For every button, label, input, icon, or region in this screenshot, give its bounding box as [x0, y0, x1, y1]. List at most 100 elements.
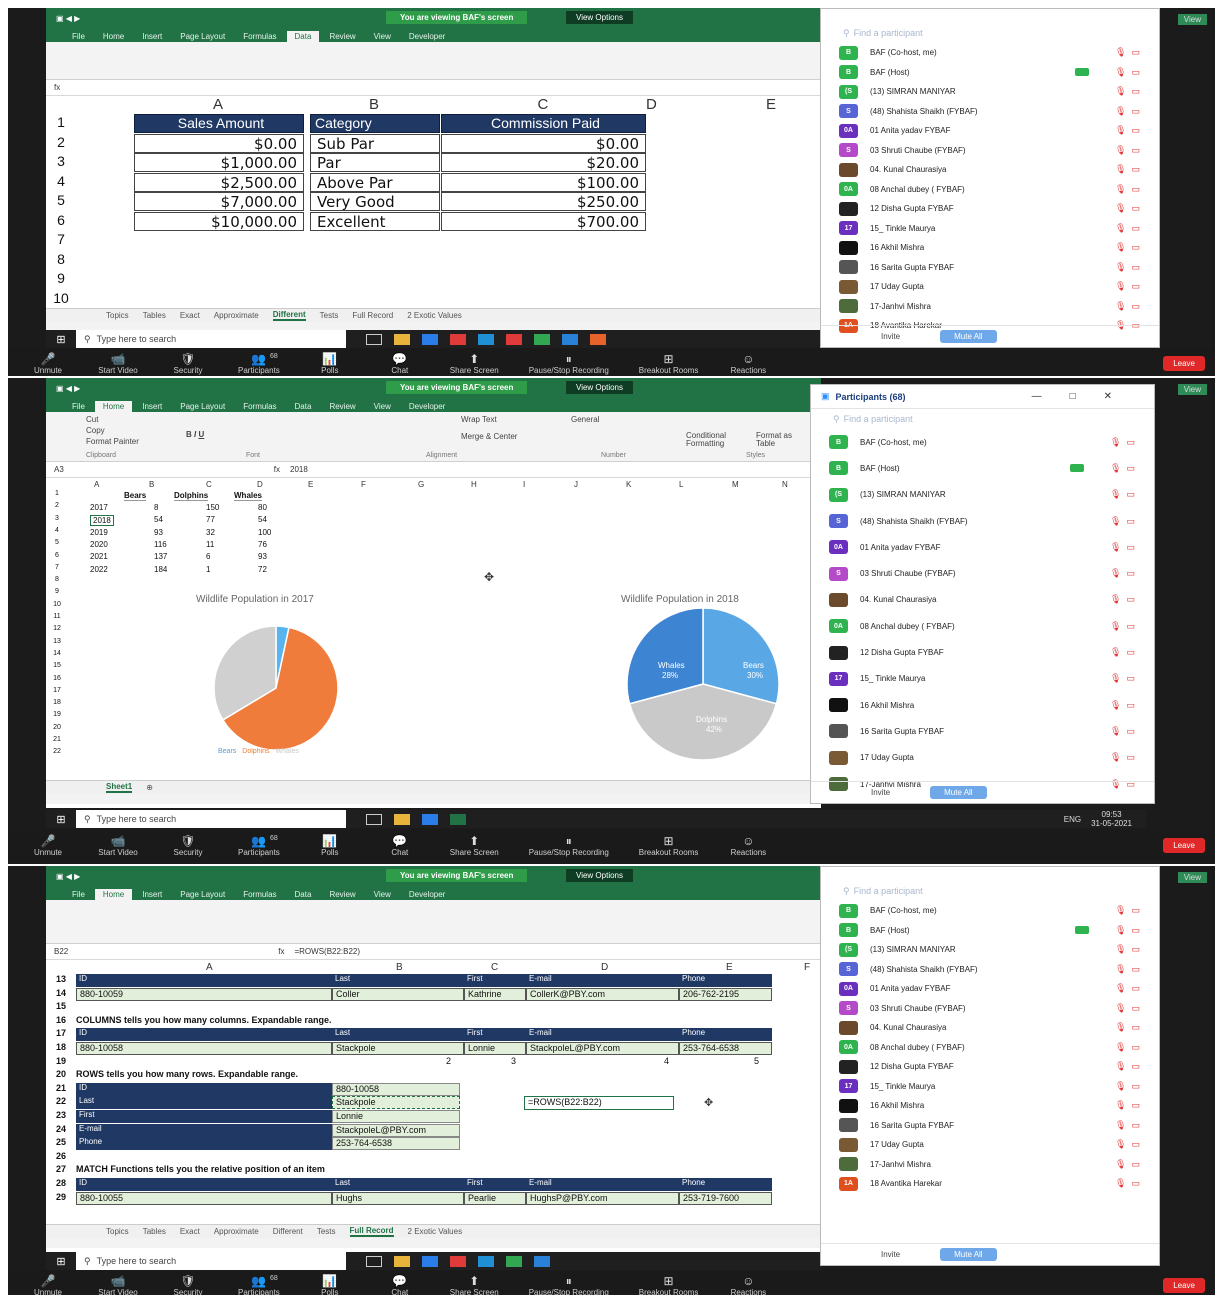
zoom-control-unmute[interactable]: 🎤 Unmute [28, 1274, 68, 1295]
record-cell[interactable]: 253-764-6538 [679, 1042, 772, 1055]
row-header[interactable]: 14 [50, 650, 64, 657]
row-header[interactable]: 23 [50, 1110, 72, 1120]
participant-row[interactable]: 04. Kunal Chaurasiya 🎙▭ [821, 160, 1159, 180]
mic-muted-icon[interactable]: 🎙 [1115, 944, 1131, 954]
zoom-control-security[interactable]: 🛡 Security [168, 1274, 208, 1295]
video-off-icon[interactable]: ▭ [1131, 1081, 1145, 1091]
participant-row[interactable]: 1A 18 Avantika Harekar 🎙▭ [821, 1174, 1159, 1194]
row-header[interactable]: 2 [50, 502, 64, 509]
app-icon[interactable] [478, 333, 494, 345]
mic-muted-icon[interactable]: 🎙 [1110, 542, 1126, 552]
record-header-cell[interactable]: Last [332, 1028, 464, 1042]
leave-button[interactable]: Leave [1163, 1277, 1205, 1293]
windows-start-icon[interactable]: ⊞ [46, 1252, 76, 1270]
sheet-tab[interactable]: Topics [106, 1227, 129, 1236]
mic-muted-icon[interactable]: 🎙 [1115, 106, 1131, 116]
table-cell[interactable]: 2020 [90, 540, 108, 549]
column-header[interactable]: C [538, 96, 549, 113]
record-cell[interactable]: Coller [332, 987, 464, 1001]
table-cell[interactable]: 77 [206, 515, 215, 524]
ribbon-tab-formulas[interactable]: Formulas [235, 401, 284, 412]
video-off-icon[interactable]: ▭ [1131, 67, 1145, 77]
row-header[interactable]: 22 [50, 748, 64, 755]
pie-chart-2017[interactable] [196, 608, 356, 768]
sheet-grid[interactable]: A B C D E 1 2 3 4 5 6 7 8 9 10 Sales Amount Category Comm… [46, 96, 821, 306]
sheet-tab-sheet1[interactable]: Sheet1 [106, 782, 133, 793]
record-cell[interactable]: StackpoleL@PBY.com [526, 1042, 679, 1055]
video-off-icon[interactable]: ▭ [1126, 726, 1140, 736]
video-off-icon[interactable]: ▭ [1131, 184, 1145, 194]
row-header[interactable]: 4 [50, 173, 72, 189]
app-icon[interactable] [506, 1255, 522, 1267]
sheet-tab[interactable]: 2 Exotic Values [407, 311, 462, 320]
row-header[interactable]: 5 [50, 192, 72, 208]
participant-row[interactable]: S 03 Shruti Chaube (FYBAF) 🎙▭ [821, 141, 1159, 161]
video-off-icon[interactable]: ▭ [1126, 568, 1140, 578]
video-off-icon[interactable]: ▭ [1126, 463, 1140, 473]
mic-muted-icon[interactable]: 🎙 [1110, 568, 1126, 578]
row-header[interactable]: 5 [50, 539, 64, 546]
row-header[interactable]: 4 [50, 527, 64, 534]
row-header[interactable]: 1 [50, 490, 64, 497]
merge-center-button[interactable]: Merge & Center [461, 432, 517, 441]
autosave-icon[interactable]: ▣ ◀ ▶ [56, 872, 80, 881]
video-off-icon[interactable]: ▭ [1131, 1042, 1145, 1052]
app-icon[interactable] [590, 333, 606, 345]
participant-row[interactable]: 16 Akhil Mishra 🎙▭ [821, 1096, 1159, 1116]
invite-button[interactable]: Invite [871, 788, 890, 797]
mic-muted-icon[interactable]: 🎙 [1110, 647, 1126, 657]
row-header[interactable]: 8 [50, 251, 72, 267]
table-cell[interactable]: $100.00 [441, 172, 646, 192]
mic-muted-icon[interactable]: 🎙 [1110, 673, 1126, 683]
format-painter-button[interactable]: Format Painter [86, 437, 139, 446]
table-cell[interactable]: 1 [206, 565, 210, 574]
number-format-select[interactable]: General [571, 415, 599, 424]
autosave-icon[interactable]: ▣ ◀ ▶ [56, 384, 80, 393]
zoom-control-share-screen[interactable]: ⬆ Share Screen [450, 352, 499, 375]
column-header[interactable]: E [726, 962, 733, 973]
mic-muted-icon[interactable]: 🎙 [1115, 1042, 1131, 1052]
record-header-cell[interactable]: E-mail [526, 1178, 679, 1191]
participant-row[interactable]: 17 15_ Tinkle Maurya 🎙▭ [821, 219, 1159, 239]
zoom-control-breakout-rooms[interactable]: ⊞ Breakout Rooms [639, 1274, 699, 1295]
zoom-control-pause-stop-recording[interactable]: ⏸ Pause/Stop Recording [529, 352, 609, 375]
task-view-icon[interactable] [366, 1255, 382, 1267]
column-header[interactable]: E [766, 96, 776, 113]
table-cell[interactable]: 2019 [90, 528, 108, 537]
record-header-cell[interactable]: E-mail [526, 974, 679, 987]
table-cell[interactable]: $0.00 [134, 133, 304, 153]
number-cell[interactable]: 4 [664, 1056, 669, 1066]
row-header[interactable]: 18 [50, 699, 64, 706]
vertical-label-cell[interactable]: Last [76, 1096, 332, 1110]
zoom-control-reactions[interactable]: ☺ Reactions [728, 834, 768, 857]
row-header[interactable]: 15 [50, 1001, 72, 1011]
zoom-control-reactions[interactable]: ☺ Reactions [728, 1274, 768, 1295]
row-header[interactable]: 7 [50, 564, 64, 571]
participant-row[interactable]: 0A 08 Anchal dubey ( FYBAF) 🎙▭ [821, 1038, 1159, 1058]
video-off-icon[interactable]: ▭ [1131, 242, 1145, 252]
vertical-label-cell[interactable]: First [76, 1110, 332, 1123]
row-header[interactable]: 27 [50, 1164, 72, 1174]
participant-row[interactable]: 12 Disha Gupta FYBAF 🎙▭ [821, 1057, 1159, 1077]
video-off-icon[interactable]: ▭ [1126, 489, 1140, 499]
video-off-icon[interactable]: ▭ [1131, 983, 1145, 993]
participant-search[interactable]: ⚲ Find a participant [811, 409, 1154, 429]
mic-muted-icon[interactable]: 🎙 [1115, 1100, 1131, 1110]
zoom-control-polls[interactable]: 📊 Polls [310, 352, 350, 375]
video-off-icon[interactable]: ▭ [1131, 47, 1145, 57]
row-header[interactable]: 12 [50, 625, 64, 632]
ribbon-tab-page-layout[interactable]: Page Layout [172, 31, 233, 42]
ribbon-tab-file[interactable]: File [64, 401, 93, 412]
vertical-label-cell[interactable]: E-mail [76, 1123, 332, 1137]
table-cell[interactable]: $20.00 [441, 153, 646, 172]
mic-muted-icon[interactable]: 🎙 [1110, 726, 1126, 736]
mic-muted-icon[interactable]: 🎙 [1115, 281, 1131, 291]
table-cell[interactable]: 116 [154, 540, 167, 549]
table-cell[interactable]: 100 [258, 528, 271, 537]
video-off-icon[interactable]: ▭ [1131, 106, 1145, 116]
vertical-label-cell[interactable]: Phone [76, 1137, 332, 1151]
row-header[interactable]: 17 [50, 687, 64, 694]
table-cell[interactable]: 93 [154, 528, 163, 537]
app-icon[interactable] [534, 1255, 550, 1267]
video-off-icon[interactable]: ▭ [1131, 223, 1145, 233]
